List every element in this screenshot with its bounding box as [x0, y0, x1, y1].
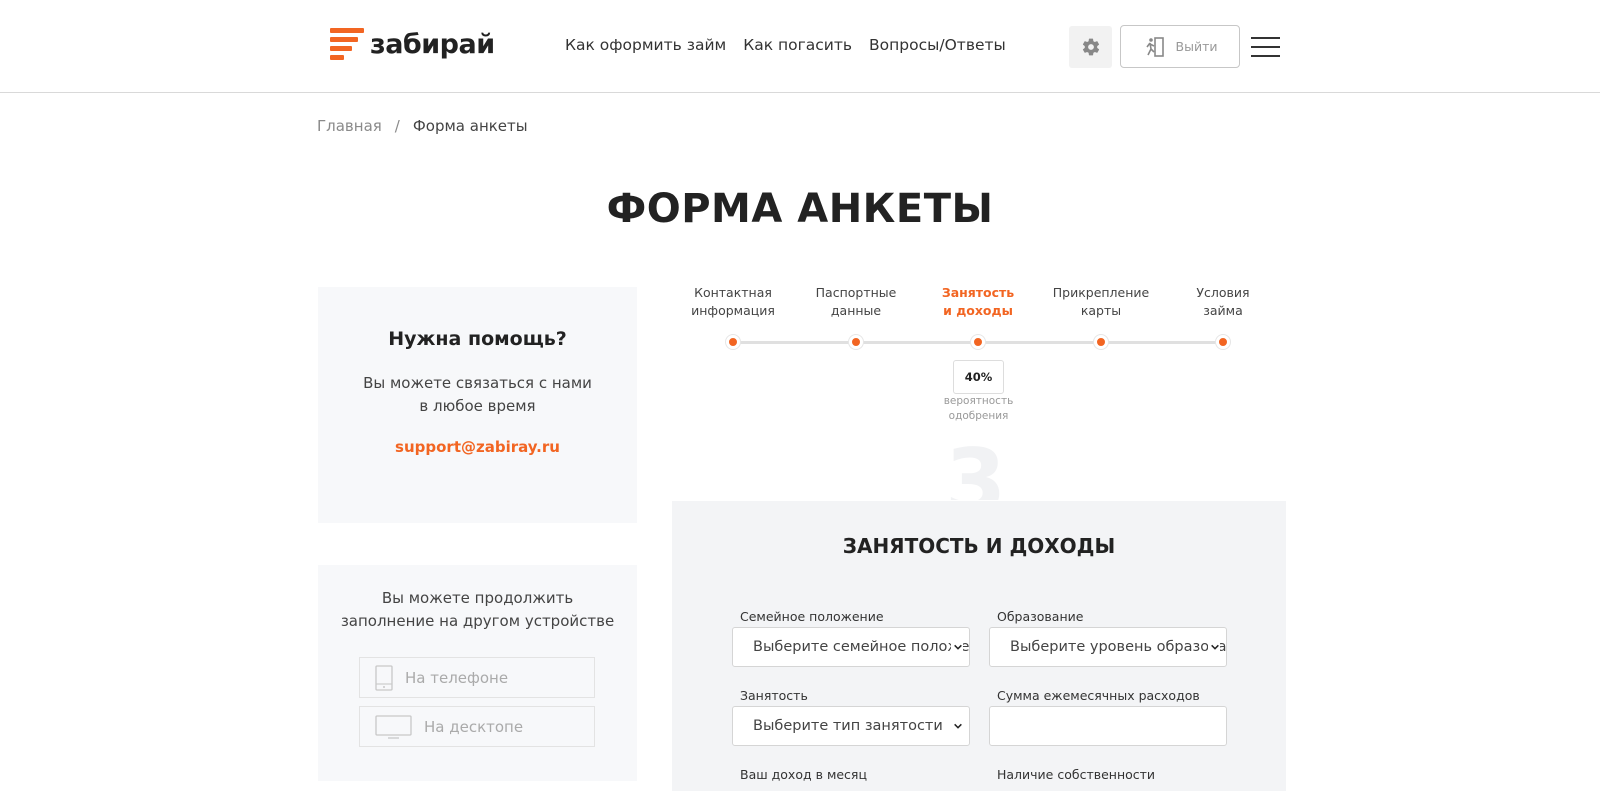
step-label: Прикрепление карты [1041, 284, 1161, 320]
hamburger-menu-icon[interactable] [1251, 37, 1280, 57]
step-label-line1: Паспортные [815, 285, 897, 300]
step-label-line2: займа [1203, 302, 1243, 318]
nav-faq[interactable]: Вопросы/Ответы [869, 36, 1006, 54]
chevron-down-icon [951, 641, 963, 653]
step-card: Прикрепление карты [1041, 284, 1161, 349]
monthly-expenses-input[interactable] [989, 706, 1227, 746]
step-label-line2: данные [830, 302, 882, 318]
step-label-line1: Занятость [941, 285, 1015, 300]
approval-probability-label: вероятность одобрения [928, 394, 1029, 424]
logo-text: забирай [370, 28, 495, 60]
desktop-label: На десктопе [424, 717, 524, 736]
desktop-icon [375, 714, 412, 739]
gear-icon [1082, 38, 1099, 56]
breadcrumb-current: Форма анкеты [412, 117, 528, 135]
help-text-line2: в любое время [419, 397, 536, 415]
progress-steps: Контактная информация Паспортные данные За… [672, 284, 1286, 424]
marital-status-label: Семейное положение [740, 609, 884, 624]
device-text: Вы можете продолжить заполнение на друго… [318, 587, 637, 633]
logout-button[interactable]: Выйти [1120, 25, 1240, 68]
step-label-line2: информация [691, 302, 775, 318]
step-label-line2: и доходы [943, 302, 1013, 318]
employment-form: ЗАНЯТОСТЬ И ДОХОДЫ Семейное положение Вы… [672, 501, 1286, 791]
monthly-expenses-label: Сумма ежемесячных расходов [997, 688, 1200, 703]
logout-label: Выйти [1175, 39, 1218, 54]
step-dot [1094, 335, 1108, 349]
continue-on-desktop-button[interactable]: На десктопе [359, 706, 595, 747]
prob-label-line1: вероятность [943, 395, 1014, 407]
step-loan-terms: Условия займа [1163, 284, 1283, 349]
education-select[interactable]: Выберите уровень образования [989, 627, 1227, 667]
logo[interactable]: забирай [330, 28, 495, 60]
continue-on-device-card: Вы можете продолжить заполнение на друго… [318, 565, 637, 781]
prob-label-line2: одобрения [948, 410, 1009, 422]
breadcrumb: Главная / Форма анкеты [317, 117, 528, 135]
property-label: Наличие собственности [997, 767, 1156, 782]
marital-status-select[interactable]: Выберите семейное положение [732, 627, 970, 667]
marital-status-value: Выберите семейное положение [753, 639, 970, 655]
nav-how-to-apply[interactable]: Как оформить займ [565, 36, 726, 54]
employment-label: Занятость [740, 688, 808, 703]
help-text-line1: Вы можете связаться с нами [363, 374, 592, 392]
step-label-line2: карты [1080, 302, 1122, 318]
help-text: Вы можете связаться с нами в любое время [318, 372, 637, 418]
device-text-line2: заполнение на другом устройстве [340, 612, 615, 630]
continue-on-phone-button[interactable]: На телефоне [359, 657, 595, 698]
exit-door-icon [1145, 36, 1164, 57]
device-text-line1: Вы можете продолжить [381, 589, 574, 607]
step-label: Контактная информация [673, 284, 793, 320]
settings-button[interactable] [1069, 26, 1112, 68]
breadcrumb-separator: / [394, 117, 400, 135]
step-passport: Паспортные данные [796, 284, 916, 349]
site-header: забирай Как оформить займ Как погасить В… [0, 0, 1600, 93]
step-employment-income: Занятость и доходы [918, 284, 1038, 349]
help-card: Нужна помощь? Вы можете связаться с нами… [318, 287, 637, 523]
chevron-down-icon [951, 720, 963, 732]
support-email-link[interactable]: support@zabiray.ru [395, 438, 560, 456]
step-contact-info: Контактная информация [673, 284, 793, 349]
step-dot [1216, 335, 1230, 349]
chevron-down-icon [1208, 641, 1220, 653]
approval-probability: 40% [953, 360, 1004, 394]
education-value: Выберите уровень образования [1010, 639, 1227, 655]
monthly-income-label: Ваш доход в месяц [740, 767, 867, 782]
step-dot [971, 335, 985, 349]
logo-stripes-icon [330, 28, 364, 60]
step-dot [726, 335, 740, 349]
step-number-watermark: 3 [945, 438, 1007, 500]
step-dot [849, 335, 863, 349]
breadcrumb-home[interactable]: Главная [317, 117, 382, 135]
phone-label: На телефоне [405, 668, 509, 687]
step-label-line1: Прикрепление [1052, 285, 1150, 300]
step-label: Паспортные данные [796, 284, 916, 320]
phone-icon [375, 664, 393, 691]
step-label-line1: Контактная [694, 285, 772, 300]
education-label: Образование [997, 609, 1084, 624]
form-title: ЗАНЯТОСТЬ И ДОХОДЫ [842, 534, 1116, 558]
page-title: ФОРМА АНКЕТЫ [606, 186, 994, 232]
main-nav: Как оформить займ Как погасить Вопросы/О… [565, 36, 1006, 54]
help-title: Нужна помощь? [388, 328, 567, 350]
nav-how-to-repay[interactable]: Как погасить [743, 36, 852, 54]
employment-value: Выберите тип занятости [753, 718, 943, 734]
step-label-line1: Условия [1196, 285, 1250, 300]
step-label: Занятость и доходы [918, 284, 1038, 320]
step-label: Условия займа [1163, 284, 1283, 320]
employment-select[interactable]: Выберите тип занятости [732, 706, 970, 746]
